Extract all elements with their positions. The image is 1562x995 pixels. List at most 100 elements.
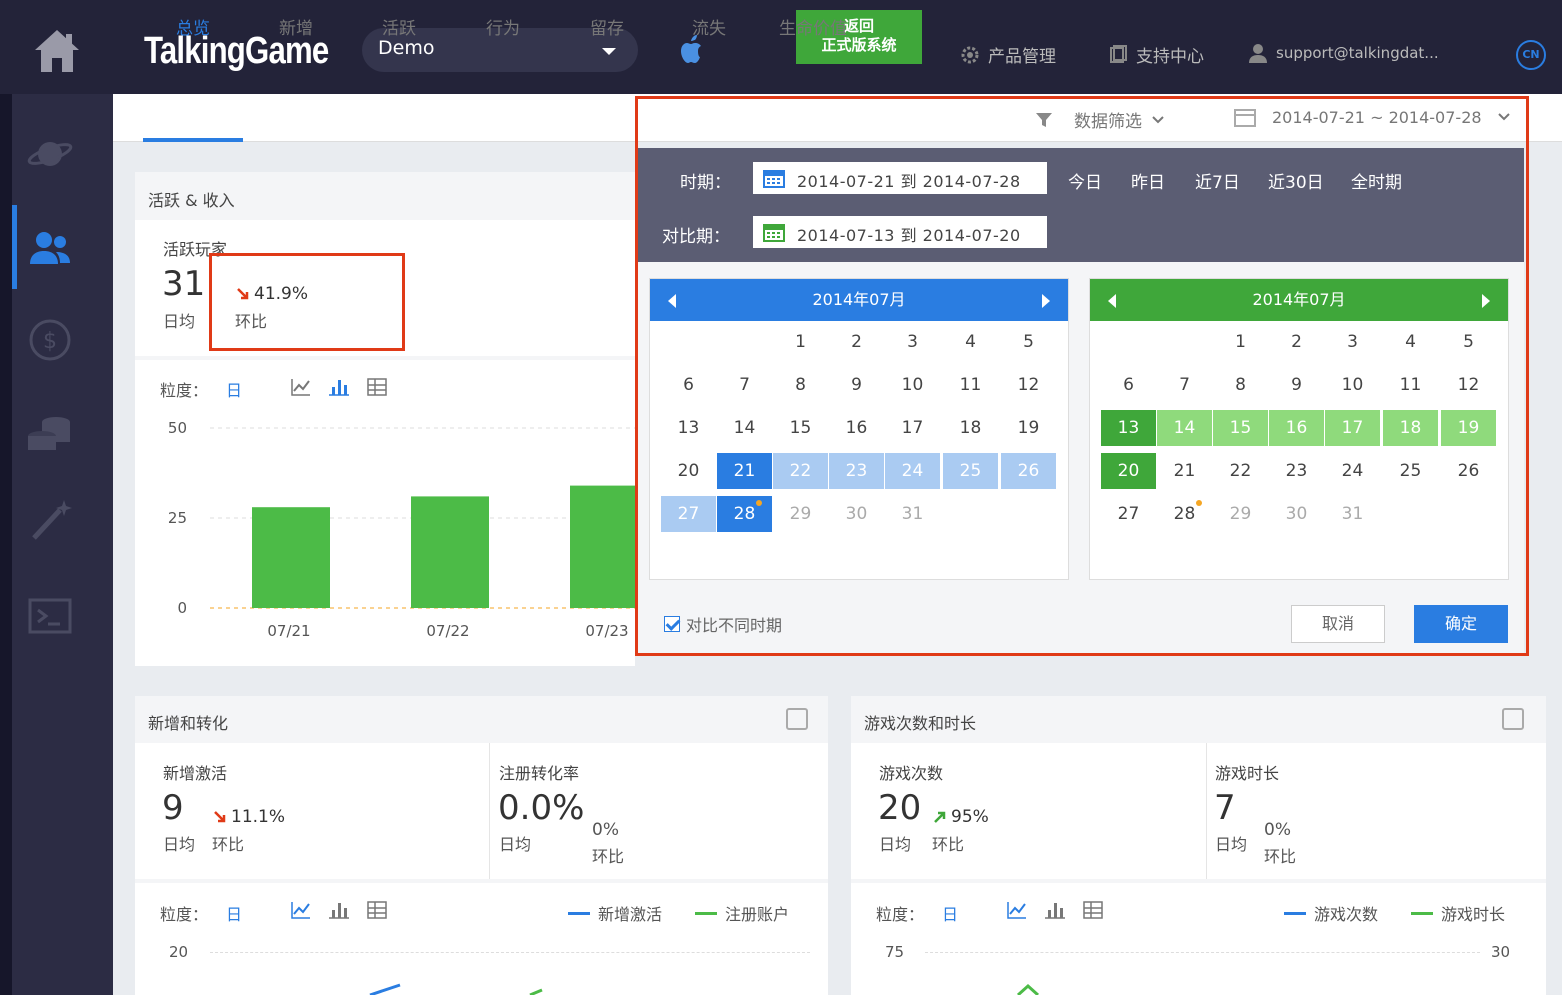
- terminal-icon[interactable]: [26, 594, 74, 638]
- y-tick-label: 25: [168, 509, 187, 527]
- table-icon[interactable]: [366, 900, 388, 920]
- legend-item[interactable]: 游戏次数: [1284, 901, 1378, 925]
- line-chart-icon[interactable]: [290, 900, 312, 920]
- metric-label: 新增激活: [163, 764, 228, 783]
- granularity-day[interactable]: 日: [226, 377, 242, 401]
- legend-swatch: [1411, 911, 1433, 915]
- legend-swatch: [1284, 911, 1306, 915]
- dollar-icon[interactable]: $: [26, 318, 74, 362]
- granularity-control: 粒度： 日: [160, 901, 242, 925]
- metric-change: 95%: [933, 807, 989, 827]
- granularity-day[interactable]: 日: [226, 901, 242, 925]
- users-icon[interactable]: [26, 226, 74, 270]
- legend-swatch: [695, 911, 717, 915]
- metric-label: 游戏次数: [879, 764, 944, 783]
- gridline: [925, 952, 1480, 953]
- metric-label: 注册转化率: [499, 764, 580, 783]
- divider: [1206, 743, 1207, 879]
- bar-chart-icon[interactable]: [1044, 900, 1066, 920]
- x-tick-label: 07/23: [585, 622, 628, 640]
- app-select-value: Demo: [378, 37, 435, 59]
- granularity-label: 粒度：: [160, 381, 209, 400]
- metric-value: 20: [878, 788, 922, 828]
- home-icon[interactable]: [32, 26, 82, 76]
- chart-bar[interactable]: [252, 507, 330, 608]
- gridline: [210, 952, 810, 953]
- new-chart-panel: [135, 883, 828, 995]
- y-tick-label: 50: [168, 419, 187, 437]
- metric-change-sub: 环比: [592, 847, 625, 866]
- game-chart-panel: [851, 883, 1546, 995]
- language-switch[interactable]: CN: [1516, 40, 1546, 70]
- card-title: 游戏次数和时长: [864, 714, 977, 733]
- metric-sub: 日均: [1215, 835, 1248, 854]
- account-label: support@talkingdat...: [1276, 44, 1439, 62]
- granularity-label: 粒度：: [160, 905, 209, 924]
- tab-new[interactable]: 新增: [279, 14, 313, 39]
- tab-churn[interactable]: 流失: [692, 14, 726, 39]
- support-link[interactable]: 支持中心: [1108, 42, 1204, 67]
- tab-active-indicator: [143, 138, 243, 142]
- highlight-box-date-picker: [635, 96, 1529, 656]
- active-players-chart: 0 25 50 07/21 07/22 07/23: [168, 419, 635, 640]
- account-link[interactable]: support@talkingdat...: [1248, 42, 1439, 64]
- chart-bar[interactable]: [570, 485, 635, 608]
- download-icon[interactable]: [1502, 708, 1524, 730]
- x-tick-label: 07/21: [267, 622, 310, 640]
- tab-behavior[interactable]: 行为: [486, 14, 520, 39]
- bar-chart-icon[interactable]: [328, 377, 350, 397]
- card-title: 活跃 & 收入: [148, 191, 235, 210]
- series-line-fragment: [1016, 983, 1040, 995]
- x-tick-label: 07/22: [426, 622, 469, 640]
- metric-change-value: 0%: [592, 820, 619, 840]
- metric-sub: 日均: [499, 835, 532, 854]
- line-chart-icon[interactable]: [1006, 900, 1028, 920]
- arrow-up-green-icon: [934, 811, 946, 823]
- legend-item[interactable]: 游戏时长: [1411, 901, 1505, 925]
- metric-sub: 日均: [879, 835, 912, 854]
- y-tick-label: 30: [1491, 943, 1511, 961]
- download-icon[interactable]: [786, 708, 808, 730]
- granularity-label: 粒度：: [876, 905, 925, 924]
- tab-lifetime-value[interactable]: 生命价值: [779, 14, 847, 39]
- legend-swatch: [568, 911, 590, 915]
- metric-change-sub: 环比: [932, 835, 965, 854]
- table-icon[interactable]: [366, 377, 388, 397]
- table-icon[interactable]: [1082, 900, 1104, 920]
- legend-label: 游戏次数: [1314, 905, 1379, 924]
- line-chart-icon[interactable]: [290, 377, 312, 397]
- series-line-fragment: [369, 983, 543, 995]
- bar-chart-icon[interactable]: [328, 900, 350, 920]
- metric-change-value: 95%: [951, 807, 989, 827]
- y-tick-label: 20: [169, 943, 189, 961]
- svg-text:$: $: [43, 329, 57, 354]
- metric-change-value: 0%: [1264, 820, 1291, 840]
- tab-active[interactable]: 活跃: [382, 14, 416, 39]
- divider: [489, 743, 490, 879]
- legend-label: 新增激活: [598, 905, 663, 924]
- support-label: 支持中心: [1136, 47, 1204, 67]
- granularity-day[interactable]: 日: [942, 901, 958, 925]
- chart-bar[interactable]: [411, 496, 489, 608]
- tab-overview[interactable]: 总览: [176, 14, 210, 39]
- document-icon: [1110, 44, 1127, 63]
- tab-retention[interactable]: 留存: [590, 14, 624, 39]
- granularity-control: 粒度： 日: [876, 901, 958, 925]
- legend-label: 注册账户: [725, 905, 790, 924]
- metric-value: 9: [162, 788, 184, 828]
- planet-icon[interactable]: [26, 132, 74, 176]
- chevron-down-icon: [602, 48, 616, 55]
- magic-wand-icon[interactable]: [26, 498, 74, 542]
- product-mgmt-link[interactable]: 产品管理: [960, 42, 1056, 67]
- y-tick-label: 0: [177, 599, 187, 617]
- metric-sub: 日均: [163, 835, 196, 854]
- metric-change-sub: 环比: [1264, 847, 1297, 866]
- metric-value: 7: [1214, 788, 1236, 828]
- product-mgmt-label: 产品管理: [988, 47, 1056, 67]
- legend-label: 游戏时长: [1441, 905, 1506, 924]
- metric-change: 11.1%: [213, 807, 285, 827]
- legend-item[interactable]: 新增激活: [568, 901, 662, 925]
- legend-item[interactable]: 注册账户: [695, 901, 789, 925]
- metric-change-sub: 环比: [212, 835, 245, 854]
- coins-icon[interactable]: [26, 412, 74, 456]
